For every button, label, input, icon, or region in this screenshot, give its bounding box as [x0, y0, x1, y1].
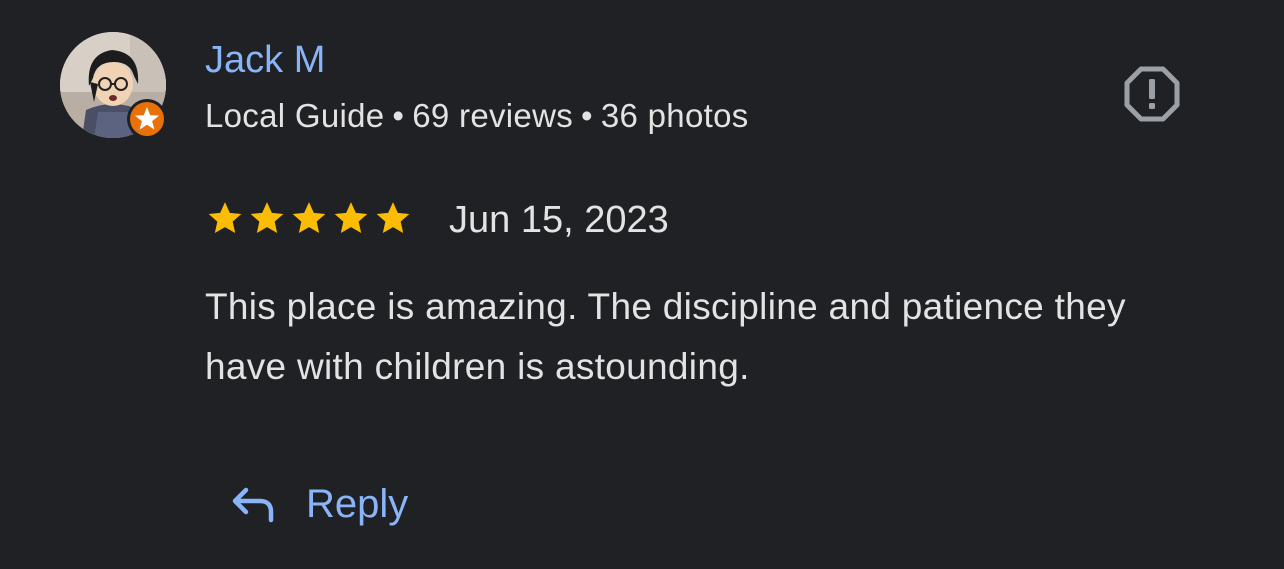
- reply-button[interactable]: Reply: [230, 472, 408, 536]
- review-text: This place is amazing. The discipline an…: [205, 286, 1126, 387]
- local-guide-star-badge-icon: [126, 98, 168, 140]
- review-date: Jun 15, 2023: [449, 199, 669, 241]
- star-icon: [292, 202, 326, 233]
- star-icon: [334, 202, 368, 233]
- star-icon: [208, 202, 242, 233]
- local-guide-label: Local Guide: [205, 97, 385, 134]
- author-name-link[interactable]: Jack M: [205, 38, 325, 82]
- report-octagon-icon: [1124, 66, 1180, 122]
- star-icon: [250, 202, 284, 233]
- review-count: 69 reviews: [412, 97, 574, 134]
- meta-separator: •: [392, 97, 405, 134]
- meta-separator: •: [581, 97, 593, 134]
- author-meta: Local Guide • 69 reviews • 36 photos: [205, 96, 749, 136]
- star-icon: [376, 202, 410, 233]
- star-rating: [205, 198, 415, 238]
- reply-label: Reply: [306, 482, 409, 526]
- author-avatar[interactable]: [60, 32, 168, 140]
- reply-arrow-icon: [232, 487, 274, 523]
- report-review-button[interactable]: [1122, 64, 1182, 124]
- photo-count: 36 photos: [600, 97, 749, 134]
